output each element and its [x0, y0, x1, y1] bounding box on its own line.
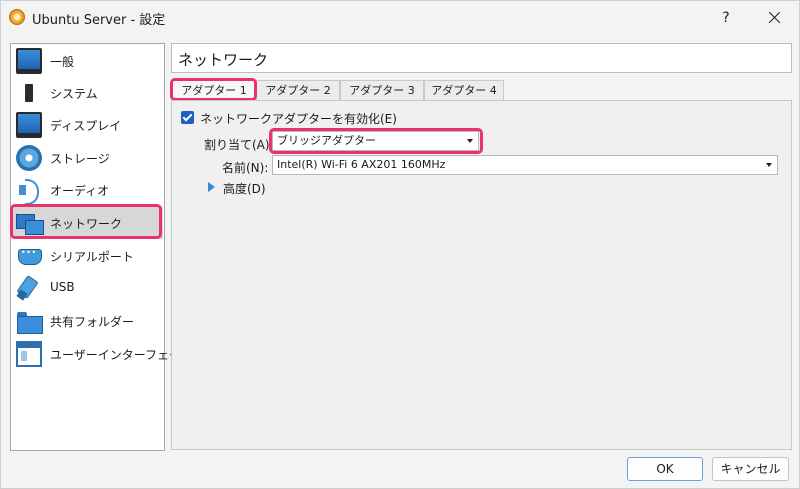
disk-icon [16, 145, 42, 171]
settings-dialog: Ubuntu Server - 設定 ? 一般 システム ディスプレイ ストレー… [0, 0, 800, 489]
sidebar-item-display[interactable]: ディスプレイ [12, 109, 163, 141]
sidebar-item-label: オーディオ [50, 184, 110, 198]
sidebar-item-label: 共有フォルダー [50, 315, 135, 329]
attached-to-value: ブリッジアダプター [277, 134, 376, 147]
sidebar-item-audio[interactable]: オーディオ [12, 174, 163, 206]
settings-category-list: 一般 システム ディスプレイ ストレージ オーディオ ネットワーク シリアルポー… [10, 43, 192, 451]
sidebar-item-label: ストレージ [50, 152, 110, 166]
adapter-name-value: Intel(R) Wi-Fi 6 AX201 160MHz [277, 158, 446, 171]
help-button[interactable]: ? [713, 6, 739, 30]
tab-adapter-4[interactable]: アダプター 4 [424, 80, 504, 101]
page-title: ネットワーク [178, 51, 269, 69]
sidebar-item-label: シリアルポート [50, 250, 134, 264]
tab-adapter-2[interactable]: アダプター 2 [256, 80, 340, 101]
tab-adapter-1[interactable]: アダプター 1 [172, 80, 256, 101]
sidebar-item-serial-port[interactable]: シリアルポート [12, 240, 163, 272]
adapter-name-select[interactable]: Intel(R) Wi-Fi 6 AX201 160MHz [272, 155, 778, 175]
attached-to-select[interactable]: ブリッジアダプター [272, 131, 479, 151]
chevron-down-icon [467, 139, 473, 143]
ui-window-icon [16, 341, 42, 367]
title-bar: Ubuntu Server - 設定 ? [1, 1, 799, 35]
serial-port-icon [16, 243, 42, 269]
advanced-toggle[interactable]: 高度(D) [223, 180, 266, 197]
folder-icon [16, 308, 43, 334]
adapter-name-label: 名前(N): [222, 161, 269, 175]
sidebar-item-general[interactable]: 一般 [12, 45, 163, 77]
chevron-down-icon [766, 163, 772, 167]
close-icon[interactable] [759, 6, 789, 30]
sidebar-item-label: USB [50, 280, 75, 294]
expand-arrow-icon[interactable] [208, 182, 215, 192]
sidebar-item-storage[interactable]: ストレージ [12, 142, 163, 174]
monitor-icon [16, 48, 42, 74]
sidebar-item-label: ネットワーク [50, 217, 123, 231]
enable-adapter-label[interactable]: ネットワークアダプターを有効化(E) [200, 110, 397, 127]
sidebar-item-label: システム [50, 87, 98, 101]
speaker-icon [16, 177, 42, 205]
sidebar-item-system[interactable]: システム [12, 77, 163, 109]
usb-icon [16, 275, 42, 301]
cancel-button[interactable]: キャンセル [712, 457, 789, 481]
network-icon [16, 210, 44, 236]
sidebar-item-usb[interactable]: USB [12, 272, 163, 304]
chip-icon [16, 80, 42, 106]
sidebar-item-network[interactable]: ネットワーク [12, 207, 163, 239]
sidebar-item-user-interface[interactable]: ユーザーインターフェース [12, 338, 192, 370]
sidebar-item-label: 一般 [50, 55, 75, 69]
page-title-box: ネットワーク [171, 43, 792, 73]
window-title: Ubuntu Server - 設定 [32, 13, 166, 28]
sidebar-item-label: ディスプレイ [50, 119, 122, 133]
display-icon [16, 112, 42, 138]
attached-to-label: 割り当て(A): [204, 138, 274, 152]
ok-button[interactable]: OK [627, 457, 703, 481]
enable-adapter-checkbox[interactable] [181, 111, 194, 124]
virtualbox-app-icon [9, 9, 25, 25]
tab-adapter-3[interactable]: アダプター 3 [340, 80, 424, 101]
sidebar-item-shared-folders[interactable]: 共有フォルダー [12, 305, 163, 337]
